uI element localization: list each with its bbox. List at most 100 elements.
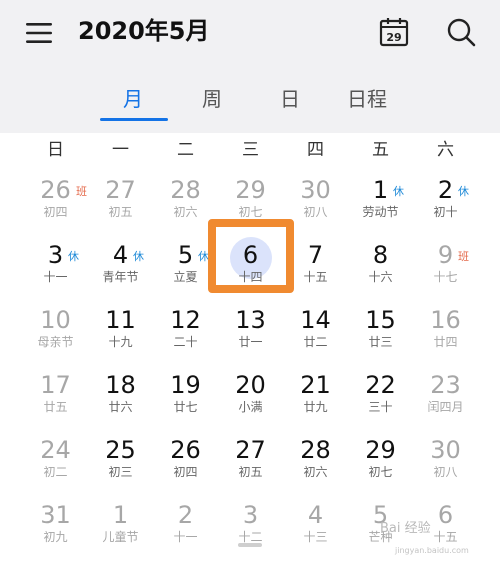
day-cell[interactable]: 16 廿四 [413,302,478,367]
tab-week[interactable]: 周 [172,82,252,116]
weekday-label: 六 [437,140,454,160]
day-cell[interactable]: 26 初四 [153,432,218,497]
day-cell[interactable]: 27 初五 [218,432,283,497]
day-cell[interactable]: 15 廿三 [348,302,413,367]
day-cell[interactable]: 31 初九 [23,497,88,562]
day-cell[interactable]: 24 初二 [23,432,88,497]
day-cell[interactable]: 30 初八 [283,172,348,237]
day-cell[interactable]: 5 立夏休 [153,237,218,302]
day-number: 10 [40,306,71,334]
weekday-label: 四 [307,140,324,160]
lunar-date: 初五 [238,465,263,479]
day-cell[interactable]: 2 初十休 [413,172,478,237]
lunar-date: 十一 [43,270,68,284]
day-cell[interactable]: 12 二十 [153,302,218,367]
day-number: 23 [430,371,461,399]
lunar-date: 初十 [433,205,458,219]
day-cell[interactable]: 26 初四班 [23,172,88,237]
day-number: 30 [430,436,461,464]
day-cell[interactable]: 22 三十 [348,367,413,432]
lunar-date: 初八 [303,205,328,219]
weekday-label: 三 [242,140,259,160]
day-cell[interactable]: 20 小满 [218,367,283,432]
day-cell[interactable]: 1 劳动节休 [348,172,413,237]
day-cell[interactable]: 10 母亲节 [23,302,88,367]
active-tab-indicator [100,118,168,121]
day-cell[interactable]: 25 初三 [88,432,153,497]
search-icon[interactable] [445,16,477,48]
tab-day[interactable]: 日 [250,82,330,116]
calendar-today-day: 29 [386,31,401,44]
lunar-date: 廿六 [108,400,133,414]
holiday-badge: 休 [458,185,469,198]
lunar-date: 廿二 [303,335,328,349]
day-cell[interactable]: 29 初七 [218,172,283,237]
day-cell[interactable]: 7 十五 [283,237,348,302]
day-cell[interactable]: 27 初五 [88,172,153,237]
day-cell[interactable]: 14 廿二 [283,302,348,367]
day-cell[interactable]: 21 廿九 [283,367,348,432]
day-cell[interactable]: 17 廿五 [23,367,88,432]
lunar-date: 初四 [43,205,68,219]
view-tabs: 月 周 日 日程 [0,82,500,122]
lunar-date: 初七 [238,205,263,219]
day-number: 24 [40,436,71,464]
day-cell[interactable]: 3 十二 [218,497,283,562]
day-number: 18 [105,371,136,399]
lunar-date: 初六 [303,465,328,479]
day-number: 29 [365,436,396,464]
workday-badge: 班 [458,250,469,263]
lunar-date: 十五 [303,270,328,284]
day-cell[interactable]: 4 十三 [283,497,348,562]
day-cell[interactable]: 4 青年节休 [88,237,153,302]
day-cell[interactable]: 19 廿七 [153,367,218,432]
lunar-date: 初九 [43,530,68,544]
day-cell[interactable]: 13 廿一 [218,302,283,367]
weekday-label: 二 [177,140,194,160]
day-number: 27 [105,176,136,204]
day-cell[interactable]: 3 十一休 [23,237,88,302]
day-cell[interactable]: 23 闰四月 [413,367,478,432]
tab-schedule[interactable]: 日程 [327,82,407,116]
day-cell[interactable]: 28 初六 [153,172,218,237]
day-cell[interactable]: 1 儿童节 [88,497,153,562]
lunar-date: 母亲节 [37,335,74,349]
lunar-date: 二十 [173,335,198,349]
holiday-badge: 休 [198,250,209,263]
lunar-date: 儿童节 [102,530,139,544]
day-number: 15 [365,306,396,334]
lunar-date: 廿三 [368,335,393,349]
calendar-today-icon[interactable]: 29 [378,16,410,48]
lunar-date: 三十 [368,400,393,414]
day-number: 20 [235,371,266,399]
day-cell[interactable]: 11 十九 [88,302,153,367]
day-cell[interactable]: 9 十七班 [413,237,478,302]
lunar-date: 劳动节 [362,205,399,219]
day-cell[interactable]: 18 廿六 [88,367,153,432]
day-cell[interactable]: 28 初六 [283,432,348,497]
day-number: 28 [170,176,201,204]
day-cell[interactable]: 2 十一 [153,497,218,562]
day-number: 16 [430,306,461,334]
watermark-url: jingyan.baidu.com [395,546,469,555]
lunar-date: 初四 [173,465,198,479]
holiday-badge: 休 [133,250,144,263]
weekday-label: 日 [47,140,64,160]
tab-month[interactable]: 月 [93,82,173,116]
day-cell[interactable]: 29 初七 [348,432,413,497]
lunar-date: 廿九 [303,400,328,414]
day-cell[interactable]: 30 初八 [413,432,478,497]
lunar-date: 初五 [108,205,133,219]
lunar-date: 小满 [238,400,263,414]
day-cell[interactable]: 8 十六 [348,237,413,302]
lunar-date: 廿四 [433,335,458,349]
day-number: 14 [300,306,331,334]
drag-handle[interactable] [238,543,262,547]
holiday-badge: 休 [68,250,79,263]
day-number: 4 [307,501,324,529]
weekday-label: 五 [372,140,389,160]
day-cell-today[interactable]: 6 十四 [218,237,283,302]
day-number: 21 [300,371,331,399]
menu-icon[interactable] [26,22,52,44]
day-number: 26 [170,436,201,464]
